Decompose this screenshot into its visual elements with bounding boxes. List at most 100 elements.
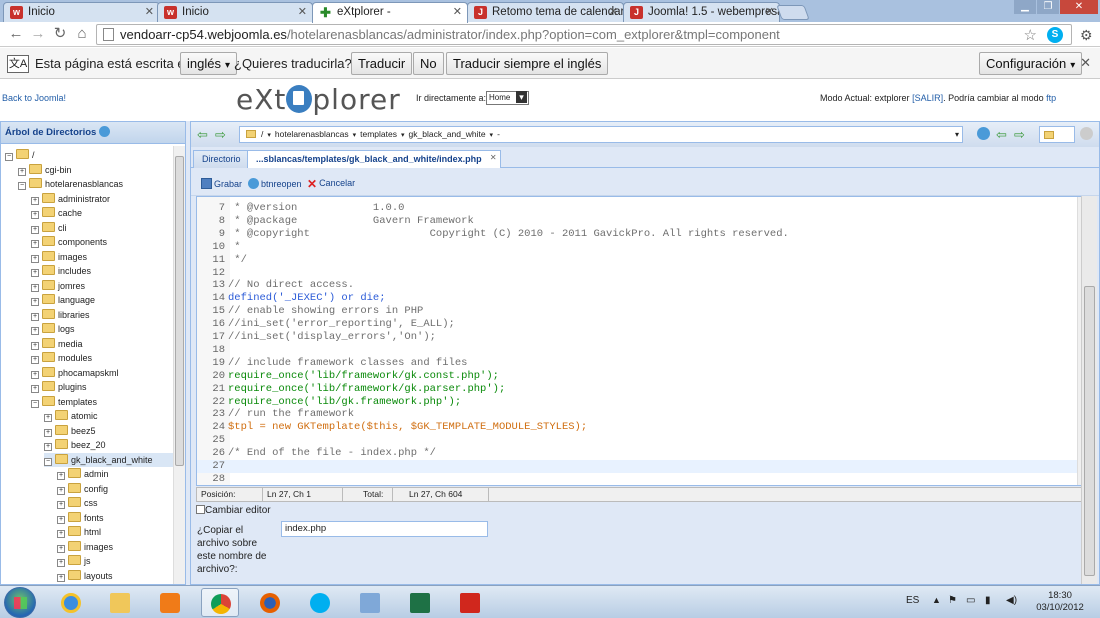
monitor-icon[interactable]: ▭: [966, 595, 975, 606]
search-box[interactable]: [1039, 126, 1075, 143]
expand-icon[interactable]: +: [57, 559, 65, 567]
tree-node[interactable]: + libraries: [31, 308, 90, 322]
checkbox-icon[interactable]: [196, 505, 205, 514]
acrobat-icon[interactable]: [451, 588, 489, 617]
expand-icon[interactable]: +: [31, 196, 39, 205]
path-segment[interactable]: gk_black_and_white: [409, 129, 486, 139]
skype-icon[interactable]: [301, 588, 339, 617]
wrench-menu-icon[interactable]: ⚙: [1080, 27, 1093, 44]
tree-node[interactable]: + language: [31, 293, 95, 307]
language-select[interactable]: inglés: [180, 52, 237, 75]
no-translate-button[interactable]: No: [413, 52, 444, 75]
back-to-joomla-link[interactable]: Back to Joomla!: [2, 93, 66, 103]
tree-node[interactable]: + admin: [57, 467, 109, 481]
panel-scrollbar[interactable]: [1081, 196, 1097, 584]
collapse-icon[interactable]: −: [44, 457, 52, 466]
expand-icon[interactable]: +: [31, 356, 39, 364]
code-line[interactable]: 25: [197, 434, 1077, 447]
expand-icon[interactable]: +: [31, 327, 39, 335]
expand-icon[interactable]: +: [18, 167, 26, 176]
remote-desktop-icon[interactable]: [351, 588, 389, 617]
code-line[interactable]: 19// include framework classes and files: [197, 357, 1077, 370]
code-line[interactable]: 15// enable showing errors in PHP: [197, 305, 1077, 318]
expand-icon[interactable]: +: [31, 254, 39, 263]
browser-tab-4[interactable]: J Retomo tema de calendar ✕: [467, 2, 624, 22]
tray-expand-icon[interactable]: ▲: [932, 595, 941, 605]
logout-link[interactable]: [SALIR]: [912, 93, 943, 103]
code-editor[interactable]: 7 * @version 1.0.0 8 * @package Gavern Fr…: [196, 196, 1091, 486]
expand-icon[interactable]: +: [44, 443, 52, 451]
code-line[interactable]: 18: [197, 344, 1077, 357]
tree-node[interactable]: + images: [31, 250, 87, 264]
tree-node[interactable]: − hotelarenasblancas: [18, 177, 123, 191]
tree-node[interactable]: + phocamapskml: [31, 366, 119, 380]
path-segment[interactable]: templates: [360, 129, 397, 139]
network-signal-icon[interactable]: ▮: [985, 595, 991, 606]
search-go-icon[interactable]: [1080, 127, 1093, 140]
expand-icon[interactable]: +: [31, 225, 39, 234]
code-line[interactable]: 14 defined('_JEXEC') or die;: [197, 292, 1077, 305]
path-segment[interactable]: /: [261, 129, 263, 139]
tree-node[interactable]: + atomic: [44, 409, 98, 423]
tree-node[interactable]: + cli: [31, 221, 67, 235]
tree-node[interactable]: + jomres: [31, 279, 85, 293]
tree-node[interactable]: + html: [57, 525, 101, 539]
address-bar[interactable]: vendoarr-cp54.webjoomla.es/hotelarenasbl…: [96, 24, 1072, 45]
expand-icon[interactable]: +: [44, 428, 52, 437]
file-explorer-icon[interactable]: [101, 588, 139, 617]
tree-scrollbar[interactable]: [173, 146, 185, 584]
code-line[interactable]: 24 $tpl = new GKTemplate($this, $GK_TEMPL…: [197, 421, 1077, 434]
back-arrow-icon[interactable]: ←: [8, 26, 24, 42]
code-line[interactable]: 23// run the framework: [197, 408, 1077, 421]
tree-node[interactable]: + js: [57, 554, 91, 568]
bookmark-star-icon[interactable]: ☆: [1024, 26, 1037, 44]
save-button[interactable]: Grabar: [201, 178, 242, 189]
tree-node[interactable]: + modules: [31, 351, 92, 365]
expand-icon[interactable]: +: [57, 486, 65, 495]
translate-button[interactable]: Traducir: [351, 52, 413, 75]
tree-node[interactable]: + cgi-bin: [18, 163, 72, 177]
tree-node[interactable]: + fonts: [57, 511, 104, 525]
code-line[interactable]: 10 *: [197, 241, 1077, 254]
firefox-icon[interactable]: [251, 588, 289, 617]
panel-scrollbar-thumb[interactable]: [1084, 286, 1095, 576]
minimize-icon[interactable]: ▁: [1014, 0, 1036, 14]
code-line[interactable]: 22 require_once('lib/gk.framework.php');: [197, 396, 1077, 409]
chevron-down-icon[interactable]: ▾: [955, 127, 959, 142]
tree-node[interactable]: − templates: [31, 395, 97, 409]
code-line[interactable]: 20 require_once('lib/framework/gk.const.p…: [197, 370, 1077, 383]
close-tab-icon[interactable]: ✕: [765, 3, 774, 21]
tree-node[interactable]: + administrator: [31, 192, 110, 206]
tree-node[interactable]: + layouts: [57, 569, 113, 583]
code-line[interactable]: 27: [197, 460, 1077, 473]
code-line[interactable]: 17//ini_set('display_errors','On');: [197, 331, 1077, 344]
home-icon[interactable]: ⌂: [74, 26, 90, 42]
expand-icon[interactable]: +: [31, 341, 39, 350]
code-line[interactable]: 8 * @package Gavern Framework: [197, 215, 1077, 228]
expand-icon[interactable]: +: [57, 544, 65, 553]
excel-icon[interactable]: [401, 588, 439, 617]
tree-node[interactable]: + components: [31, 235, 107, 249]
volume-icon[interactable]: ◀): [1006, 595, 1017, 606]
language-indicator[interactable]: ES: [906, 595, 919, 606]
tree-node[interactable]: − gk_black_and_white: [44, 452, 173, 467]
translate-config-button[interactable]: Configuración: [979, 52, 1083, 75]
tree-node[interactable]: + images: [57, 540, 113, 554]
start-button[interactable]: [4, 587, 36, 618]
code-line[interactable]: 16//ini_set('error_reporting', E_ALL);: [197, 318, 1077, 331]
code-line[interactable]: 7 * @version 1.0.0: [197, 202, 1077, 215]
forward-arrow-icon[interactable]: →: [30, 26, 46, 42]
expand-icon[interactable]: +: [31, 312, 39, 321]
reopen-button[interactable]: btnreopen: [248, 178, 302, 189]
close-translate-bar-icon[interactable]: ✕: [1080, 55, 1091, 71]
tree-node[interactable]: + config: [57, 482, 108, 496]
internet-explorer-icon[interactable]: [52, 588, 90, 617]
media-player-icon[interactable]: [151, 588, 189, 617]
close-tab-icon[interactable]: ✕: [145, 3, 154, 21]
system-clock[interactable]: 18:30 03/10/2012: [1030, 590, 1090, 614]
tree-node[interactable]: + css: [57, 496, 98, 510]
close-tab-icon[interactable]: ✕: [453, 3, 462, 21]
reload-icon[interactable]: ↻: [52, 26, 68, 42]
collapse-icon[interactable]: −: [5, 153, 13, 161]
expand-icon[interactable]: +: [31, 385, 39, 393]
